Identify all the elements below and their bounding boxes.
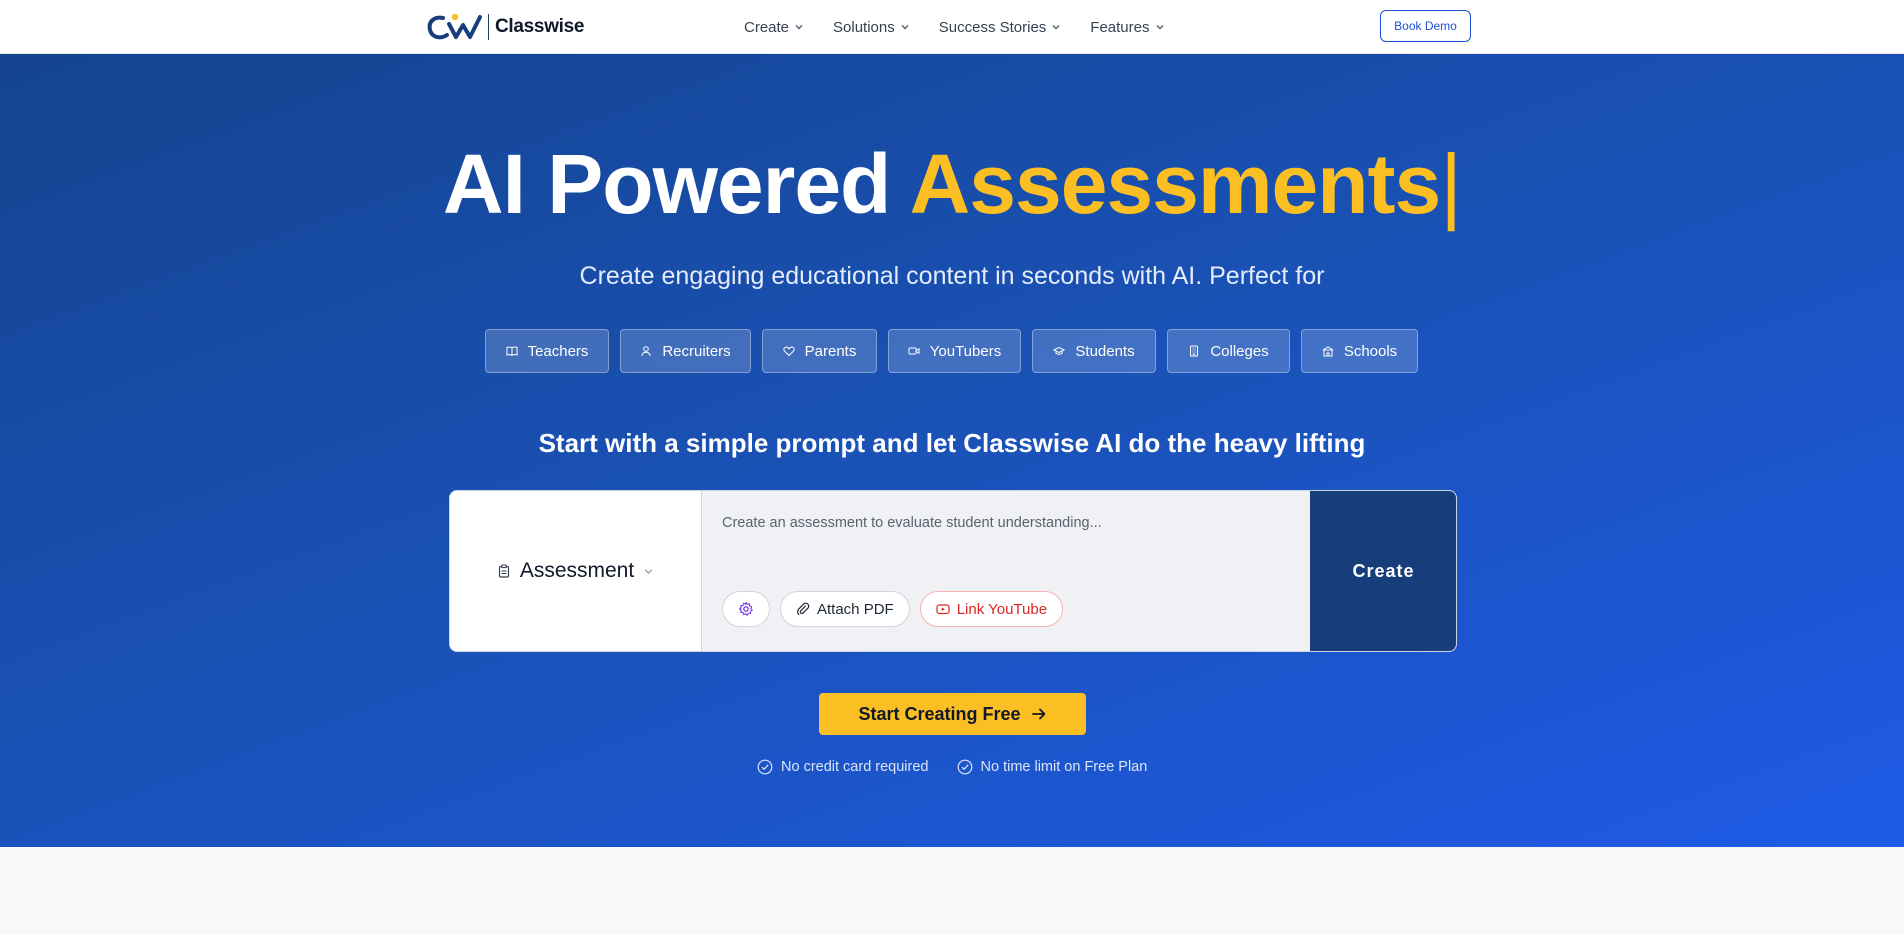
nav-item-label: Create [744,18,790,36]
chip-label: Students [1075,342,1135,360]
link-youtube-label: Link YouTube [956,600,1048,618]
book-icon [506,346,518,357]
user-icon [641,346,652,357]
chevron-down-icon [644,568,653,574]
chip-label: Teachers [527,342,589,360]
hero-title: AI Powered Assessments| [0,134,1904,234]
audience-chip-schools[interactable]: Schools [1301,329,1418,373]
nav-item-create[interactable]: Create [744,19,804,36]
hero-section: AI Powered Assessments| Create engaging … [0,54,1904,847]
logo-divider [488,14,489,40]
check-circle-icon [957,759,972,775]
chevron-down-icon [795,25,803,30]
cta-label: Start Creating Free [858,703,1021,724]
nav-item-label: Success Stories [938,18,1047,36]
settings-button[interactable] [722,591,770,627]
nav-item-label: Features [1090,18,1150,36]
audience-chip-teachers[interactable]: Teachers [485,329,609,373]
heart-icon [782,346,795,357]
content-type-dropdown[interactable]: Assessment [450,491,702,651]
cta-notes: No credit card required No time limit on… [757,757,1147,777]
content-type-value: Assessment [519,559,635,582]
audience-chip-youtubers[interactable]: YouTubers [888,329,1021,373]
attach-pdf-button[interactable]: Attach PDF [780,591,910,627]
video-icon [908,347,920,355]
prompt-input[interactable] [722,511,1282,535]
hero-title-accent: Assessments [909,137,1442,231]
note-no-time-limit: No time limit on Free Plan [957,759,1148,775]
chevron-down-icon [901,25,909,30]
note-label: No credit card required [781,759,929,775]
create-button[interactable]: Create [1310,491,1456,651]
composer-tools: Attach PDF Link YouTube [722,591,1073,627]
main-nav: Create Solutions Success Stories Feature… [744,0,1165,54]
check-circle-icon [757,759,773,775]
book-demo-button[interactable]: Book Demo [1380,10,1471,42]
nav-item-solutions[interactable]: Solutions [833,19,910,36]
arrow-right-icon [1031,708,1045,720]
start-creating-free-button[interactable]: Start Creating Free [819,693,1086,735]
nav-item-label: Solutions [833,18,895,36]
clipboard-icon [498,564,509,578]
audience-chips: Teachers Recruiters Parents YouTubers St… [485,329,1418,373]
chevron-down-icon [1052,25,1060,30]
chip-label: Colleges [1210,342,1269,360]
typing-cursor: | [1440,137,1462,231]
audience-chip-parents[interactable]: Parents [762,329,877,373]
prompt-heading: Start with a simple prompt and let Class… [538,428,1366,458]
chevron-down-icon [1156,25,1163,30]
chip-label: Recruiters [662,342,731,360]
classwise-logo-icon [427,13,482,40]
chip-label: Parents [804,342,857,360]
brand-name: Classwise [495,16,585,37]
navbar: Classwise Create Solutions Success Stori… [0,0,1904,54]
hero-title-main: AI Powered [442,137,891,231]
audience-chip-colleges[interactable]: Colleges [1167,329,1290,373]
attach-pdf-label: Attach PDF [817,600,894,618]
hero-subtitle: Create engaging educational content in s… [579,262,1325,290]
chip-label: Schools [1343,342,1398,360]
chip-label: YouTubers [929,342,1002,360]
link-youtube-button[interactable]: Link YouTube [919,591,1064,627]
gear-icon [738,601,753,616]
audience-chip-students[interactable]: Students [1032,329,1156,373]
note-label: No time limit on Free Plan [980,759,1148,775]
graduation-cap-icon [1053,347,1066,355]
school-icon [1322,346,1334,357]
prompt-area: Attach PDF Link YouTube [702,491,1310,651]
note-no-credit-card: No credit card required [757,759,929,775]
prompt-composer: Assessment Attach PDF Link YouTube Creat… [449,490,1457,652]
paperclip-icon [797,602,810,616]
audience-chip-recruiters[interactable]: Recruiters [620,329,751,373]
brand-logo[interactable]: Classwise [426,12,585,42]
building-icon [1190,345,1199,357]
youtube-icon [936,604,950,615]
nav-item-success-stories[interactable]: Success Stories [939,19,1062,36]
nav-item-features[interactable]: Features [1090,19,1164,36]
